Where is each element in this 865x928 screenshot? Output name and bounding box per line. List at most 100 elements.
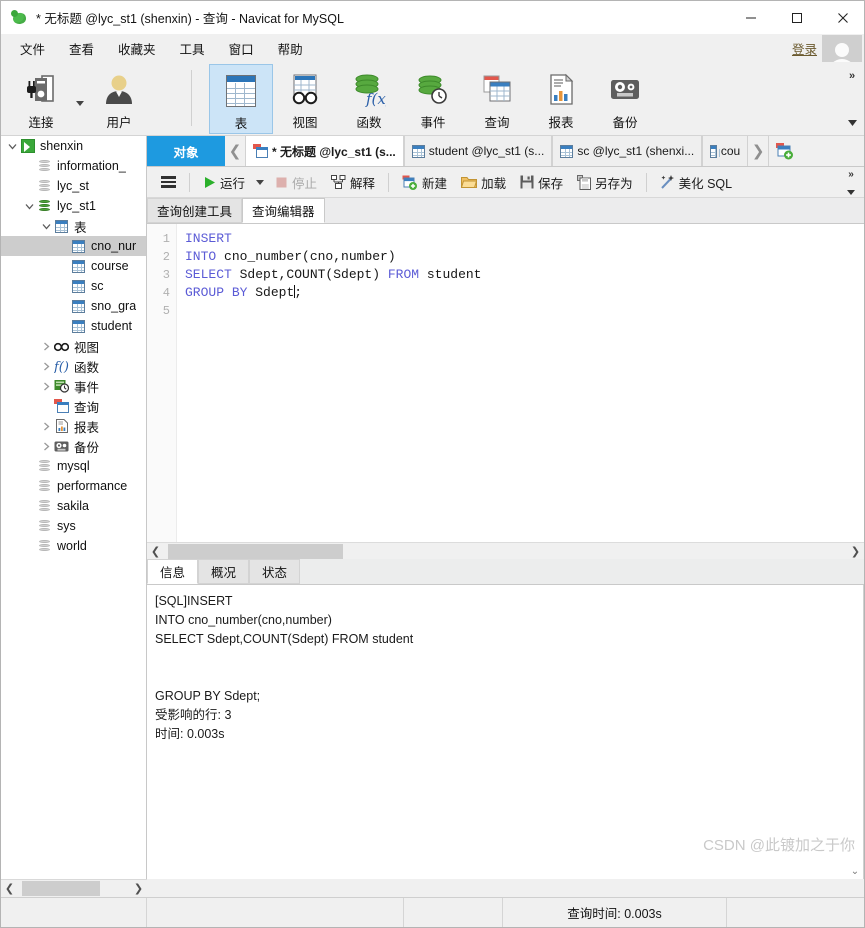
menu-favorites[interactable]: 收藏夹 — [107, 36, 167, 61]
tree-item-student[interactable]: student — [1, 316, 146, 336]
hamburger-menu-icon[interactable] — [155, 172, 182, 192]
tree-item-[interactable]: 事件 — [1, 376, 146, 396]
ribbon-event-button[interactable]: 事件 — [401, 64, 465, 134]
tree-scroll-right-icon[interactable]: ❯ — [130, 880, 147, 897]
tree-horizontal-scrollbar[interactable]: ❮ ❯ — [1, 879, 147, 897]
tree-item-mysql[interactable]: mysql — [1, 456, 146, 476]
tab-course-table[interactable]: cou — [702, 136, 749, 166]
tree-item-sys[interactable]: sys — [1, 516, 146, 536]
editor-scroll-left-icon[interactable]: ❮ — [147, 543, 164, 560]
maximize-button[interactable] — [774, 1, 820, 34]
save-button[interactable]: 保存 — [514, 170, 569, 195]
tree-item-[interactable]: 报表 — [1, 416, 146, 436]
tree-item-sno_gra[interactable]: sno_gra — [1, 296, 146, 316]
window-title: * 无标题 @lyc_st1 (shenxin) - 查询 - Navicat … — [36, 12, 344, 26]
tab-sc-table[interactable]: sc @lyc_st1 (shenxi... — [552, 136, 703, 166]
minimize-button[interactable] — [728, 1, 774, 34]
tab-untitled-query[interactable]: * 无标题 @lyc_st1 (s... — [245, 136, 404, 166]
ribbon-user-button[interactable]: 用户 — [87, 64, 151, 134]
database-grey-icon — [39, 519, 50, 533]
tree-item-shenxin[interactable]: shenxin — [1, 136, 146, 156]
tree-item-[interactable]: 视图 — [1, 336, 146, 356]
menu-tools[interactable]: 工具 — [169, 36, 216, 61]
editor-scroll-right-icon[interactable]: ❯ — [847, 543, 864, 560]
save-as-button[interactable]: 另存为 — [571, 170, 639, 195]
tree-expand-arrow-icon[interactable] — [39, 342, 53, 351]
login-link[interactable]: 登录 — [792, 39, 817, 58]
tree-item-lyc_st1[interactable]: lyc_st1 — [1, 196, 146, 216]
tab-query-editor[interactable]: 查询编辑器 — [242, 198, 325, 223]
tree-expand-arrow-icon[interactable] — [22, 202, 36, 211]
ribbon-connection-button[interactable]: 连接 — [9, 64, 73, 134]
editor-horizontal-scrollbar[interactable]: ❮ ❯ — [147, 542, 864, 560]
editor-scroll-track[interactable] — [164, 542, 847, 560]
ribbon-function-button[interactable]: f(x) 函数 — [337, 64, 401, 134]
result-scroll-down-icon[interactable]: ⌄ — [847, 863, 863, 879]
ribbon-backup-button[interactable]: 备份 — [593, 64, 657, 134]
tab-scroll-left-icon[interactable]: ❮ — [225, 136, 245, 166]
tab-status[interactable]: 状态 — [249, 559, 301, 584]
tree-item-performance[interactable]: performance — [1, 476, 146, 496]
menu-help[interactable]: 帮助 — [267, 36, 314, 61]
new-button[interactable]: 新建 — [396, 170, 453, 195]
menu-file[interactable]: 文件 — [9, 36, 56, 61]
object-tree[interactable]: shenxin information_ lyc_st lyc_st1 表 cno_nur… — [1, 136, 147, 879]
tree-expand-arrow-icon[interactable] — [39, 442, 53, 451]
tree-item-[interactable]: f() 函数 — [1, 356, 146, 376]
menu-window[interactable]: 窗口 — [218, 36, 265, 61]
ribbon-query-label: 查询 — [484, 116, 510, 130]
table-folder-icon — [55, 219, 68, 233]
report-icon — [544, 70, 578, 110]
event-icon — [416, 70, 450, 110]
ribbon-report-button[interactable]: 报表 — [529, 64, 593, 134]
tree-expand-arrow-icon[interactable] — [39, 422, 53, 431]
beautify-sql-button[interactable]: 美化 SQL — [654, 170, 739, 195]
connection-dropdown-caret-icon[interactable] — [73, 62, 87, 132]
menu-view[interactable]: 查看 — [58, 36, 105, 61]
ribbon-view-button[interactable]: 视图 — [273, 64, 337, 134]
tree-item-[interactable]: 查询 — [1, 396, 146, 416]
tree-item-label: cno_nur — [91, 239, 137, 253]
load-button[interactable]: 加载 — [455, 170, 512, 195]
ribbon-table-button[interactable]: 表 — [209, 64, 273, 134]
tree-scroll-thumb[interactable] — [22, 881, 100, 896]
sql-code-area[interactable]: INSERT INTO cno_number(cno,number) SELECT … — [177, 224, 864, 542]
run-dropdown-button[interactable] — [253, 177, 267, 188]
tree-expand-arrow-icon[interactable] — [39, 382, 53, 391]
tree-item-sc[interactable]: sc — [1, 276, 146, 296]
tree-scroll-left-icon[interactable]: ❮ — [1, 880, 18, 897]
tab-query-builder[interactable]: 查询创建工具 — [147, 198, 243, 223]
tree-expand-arrow-icon[interactable] — [5, 142, 19, 151]
editor-scroll-thumb[interactable] — [168, 543, 343, 559]
tree-item-label: 查询 — [74, 400, 100, 415]
ribbon-query-button[interactable]: 查询 — [465, 64, 529, 134]
tab-objects[interactable]: 对象 — [147, 136, 225, 166]
run-button[interactable]: 运行 — [197, 170, 251, 195]
sql-keyword: FROM — [387, 267, 420, 282]
tree-item-course[interactable]: course — [1, 256, 146, 276]
tab-student-table[interactable]: student @lyc_st1 (s... — [403, 136, 553, 166]
explain-button[interactable]: 解释 — [325, 170, 381, 195]
tree-item-[interactable]: 表 — [1, 216, 146, 236]
tree-item-[interactable]: 备份 — [1, 436, 146, 456]
sql-editor[interactable]: 12345 INSERT INTO cno_number(cno,number) S… — [147, 224, 864, 542]
folder-open-icon — [461, 177, 478, 188]
close-button[interactable] — [820, 1, 864, 34]
tree-item-cno_nur[interactable]: cno_nur — [1, 236, 146, 256]
tab-message[interactable]: 信息 — [147, 559, 199, 584]
tree-expand-arrow-icon[interactable] — [39, 222, 53, 231]
tab-profile[interactable]: 概况 — [198, 559, 250, 584]
tree-item-world[interactable]: world — [1, 536, 146, 556]
tree-item-sakila[interactable]: sakila — [1, 496, 146, 516]
tree-expand-arrow-icon[interactable] — [39, 362, 53, 371]
tree-item-information_[interactable]: information_ — [1, 156, 146, 176]
query-toolbar-overflow[interactable]: » — [842, 169, 860, 195]
stop-button[interactable]: 停止 — [269, 170, 323, 195]
tab-scroll-right-icon[interactable]: ❯ — [748, 136, 768, 166]
ribbon-overflow[interactable]: » — [842, 66, 862, 132]
tree-scroll-track[interactable] — [18, 880, 130, 897]
tree-item-lyc_st[interactable]: lyc_st — [1, 176, 146, 196]
new-query-tab-button[interactable] — [768, 136, 800, 166]
tree-item-label: 函数 — [74, 360, 100, 375]
